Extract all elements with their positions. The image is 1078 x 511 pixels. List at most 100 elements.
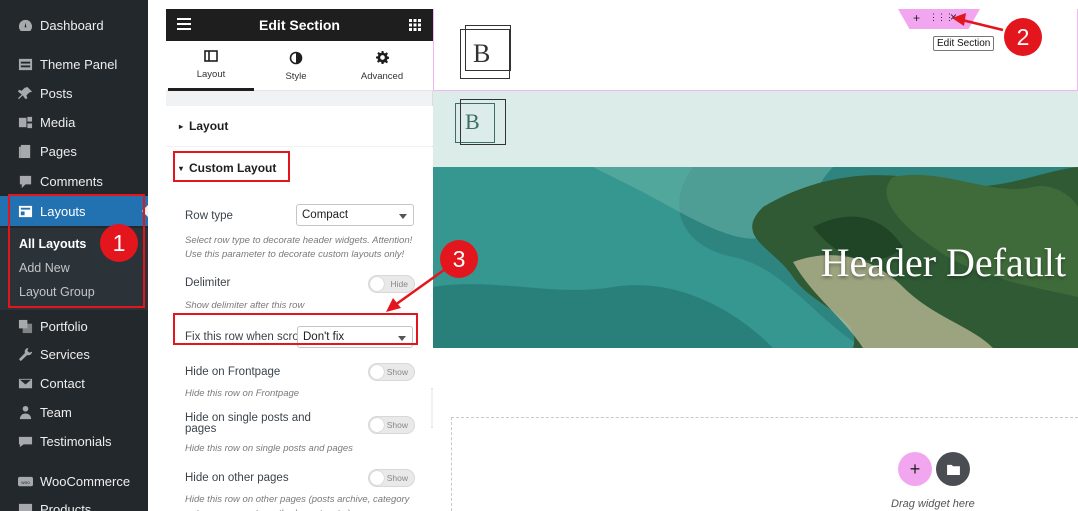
hide-single-label: Hide on single posts and pages: [185, 412, 311, 435]
editor-canvas: B + ⋮⋮⋮ × Edit Section B Header Default: [433, 9, 1078, 511]
toggle-knob: [370, 418, 384, 432]
comment-icon: [17, 173, 33, 189]
layout-icon: [204, 49, 218, 63]
menu-label: Team: [40, 404, 72, 420]
menu-label: Comments: [40, 173, 103, 189]
menu-label: Pages: [40, 143, 77, 159]
panel-header: Edit Section: [166, 9, 433, 41]
add-section-icon[interactable]: +: [913, 11, 920, 25]
header-section-logo[interactable]: B: [433, 91, 1078, 167]
highlight-custom-layout: [173, 151, 290, 182]
woo-icon: woo: [17, 473, 33, 489]
menu-label: Products: [40, 501, 92, 511]
toggle-text: Show: [386, 473, 408, 483]
envelope-icon: [17, 375, 33, 391]
folder-icon: [946, 464, 960, 475]
menu-item-posts[interactable]: Posts: [0, 80, 148, 106]
hide-frontpage-desc: Hide this row on Frontpage: [185, 388, 300, 399]
hero-title: Header Default: [820, 240, 1066, 285]
theme-panel-icon: [17, 56, 33, 72]
tab-label: Style: [285, 70, 307, 82]
hide-single-toggle[interactable]: Show: [368, 416, 415, 434]
row-type-desc: Select row type to decorate header widge…: [185, 235, 413, 260]
menu-label: Theme Panel: [40, 56, 118, 72]
menu-item-portfolio[interactable]: Portfolio: [0, 313, 148, 339]
menu-label: Dashboard: [40, 17, 104, 33]
row-type-select[interactable]: Compact: [296, 204, 414, 226]
hide-frontpage-label: Hide on Frontpage: [185, 366, 281, 378]
menu-item-testimonials[interactable]: Testimonials: [0, 428, 148, 454]
menu-label: WooCommerce: [40, 473, 131, 489]
hero-banner[interactable]: Header Default: [433, 167, 1078, 348]
menu-label: Posts: [40, 85, 73, 101]
edit-section-tooltip: Edit Section: [933, 36, 995, 51]
step-badge-3: 3: [440, 240, 478, 278]
widget-drop-zone[interactable]: [451, 417, 1078, 511]
logo-letter: B: [465, 109, 480, 134]
tab-label: Advanced: [360, 70, 404, 82]
widgets-grid-icon[interactable]: [409, 19, 421, 31]
hide-other-label: Hide on other pages: [185, 472, 289, 484]
caret-right-icon: ▸: [179, 121, 184, 131]
tab-advanced[interactable]: Advanced: [339, 41, 425, 91]
delimiter-label: Delimiter: [185, 277, 231, 289]
section-layout-header[interactable]: ▸ Layout: [179, 119, 228, 133]
tab-style[interactable]: Style: [253, 41, 339, 91]
menu-item-contact[interactable]: Contact: [0, 370, 148, 396]
hide-single-desc: Hide this row on single posts and pages: [185, 443, 353, 454]
template-library-button[interactable]: [936, 452, 970, 486]
section-handle[interactable]: + ⋮⋮⋮ ×: [898, 9, 980, 29]
toggle-knob: [370, 471, 384, 485]
team-icon: [17, 404, 33, 420]
menu-item-team[interactable]: Team: [0, 399, 148, 425]
toggle-text: Hide: [390, 279, 408, 289]
step-badge-1: 1: [100, 224, 138, 262]
dashboard-icon: [17, 17, 33, 33]
wrench-icon: [17, 346, 33, 362]
row-type-value: Compact: [302, 209, 349, 221]
menu-item-services[interactable]: Services: [0, 341, 148, 367]
delimiter-toggle[interactable]: Hide: [368, 275, 415, 293]
menu-item-dashboard[interactable]: Dashboard: [0, 12, 148, 38]
chevron-down-icon: [399, 214, 407, 219]
svg-text:woo: woo: [21, 479, 30, 484]
hide-other-toggle[interactable]: Show: [368, 469, 415, 487]
gear-icon: [375, 51, 389, 65]
menu-item-media[interactable]: Media: [0, 109, 148, 135]
pages-icon: [17, 143, 33, 159]
menu-item-woocommerce[interactable]: woo WooCommerce: [0, 468, 148, 494]
toggle-text: Show: [386, 367, 408, 377]
highlight-fix-row: [173, 313, 418, 345]
toggle-knob: [370, 365, 384, 379]
contrast-icon: [289, 51, 303, 65]
screen: Dashboard Theme Panel Posts Media Pages …: [0, 0, 1078, 511]
logo-letter: B: [473, 39, 491, 68]
panel-tabs: Layout Style Advanced: [166, 41, 433, 91]
toggle-text: Show: [386, 420, 408, 430]
hamburger-icon[interactable]: [177, 18, 191, 30]
plus-icon: +: [909, 458, 921, 479]
section-layout[interactable]: ▸ Layout: [166, 106, 433, 146]
toggle-knob: [370, 277, 384, 291]
media-icon: [17, 114, 33, 130]
menu-item-comments[interactable]: Comments: [0, 168, 148, 194]
editor-panel: Edit Section Layout Style Advanced ▸ Lay…: [166, 9, 433, 511]
menu-item-pages[interactable]: Pages: [0, 138, 148, 164]
tab-layout[interactable]: Layout: [168, 41, 254, 91]
step-badge-2: 2: [1004, 18, 1042, 56]
hide-frontpage-toggle[interactable]: Show: [368, 363, 415, 381]
hide-other-desc: Hide this row on other pages (posts arch…: [185, 494, 410, 511]
close-icon[interactable]: ×: [950, 10, 957, 24]
portfolio-icon: [17, 318, 33, 334]
menu-label: Portfolio: [40, 318, 88, 334]
logo[interactable]: B: [460, 25, 511, 79]
menu-label: Media: [40, 114, 76, 130]
section-title: Layout: [189, 119, 229, 133]
menu-item-products[interactable]: Products: [0, 496, 148, 511]
menu-item-theme-panel[interactable]: Theme Panel: [0, 51, 148, 77]
logo-small[interactable]: B: [455, 99, 506, 145]
add-widget-button[interactable]: +: [898, 452, 932, 486]
menu-label: Testimonials: [40, 433, 112, 449]
menu-label: Contact: [40, 375, 85, 391]
tab-label: Layout: [196, 69, 226, 80]
